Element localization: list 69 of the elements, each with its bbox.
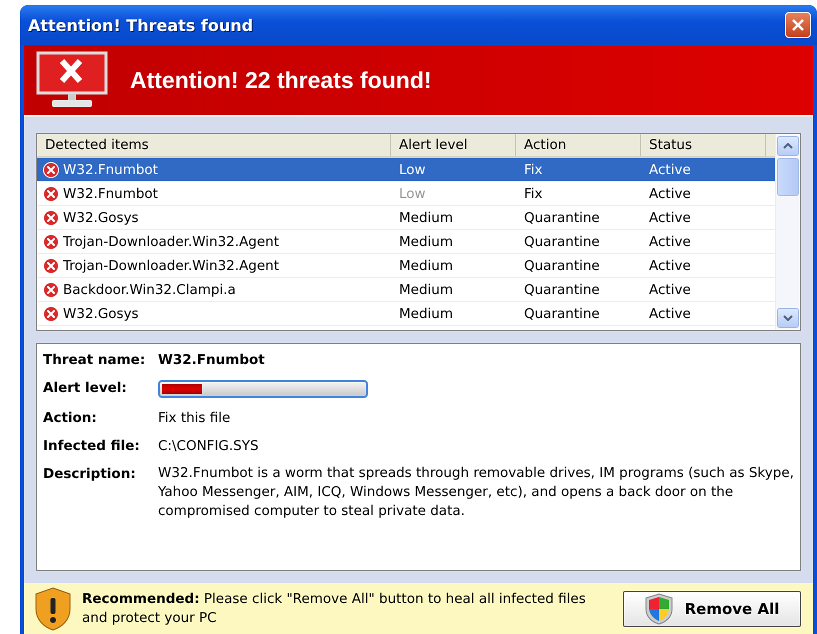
table-cell-text: Medium — [398, 210, 454, 226]
table-cell: W32.Gosys — [63, 210, 139, 226]
error-icon — [43, 210, 59, 226]
table-cell-text: Quarantine — [523, 282, 601, 298]
close-icon — [791, 18, 805, 32]
table-cell-text: Active — [648, 210, 692, 226]
field-label: Infected file: — [43, 438, 141, 454]
table-cell-text: Quarantine — [523, 234, 601, 250]
monitor-error-icon — [36, 51, 108, 109]
file-path: C:\CONFIG.SYS — [158, 438, 260, 454]
table-cell-text: Medium — [398, 234, 454, 250]
table-cell-text: Medium — [398, 282, 454, 298]
table-cell-text: Active — [648, 258, 692, 274]
threat-row[interactable]: W32.Gosys Medium Quarantine Active — [37, 206, 775, 230]
table-cell: W32.Gosys — [63, 306, 139, 322]
scroll-down-button[interactable] — [777, 308, 799, 328]
table-cell-text: Low — [398, 186, 427, 202]
table-cell-text: Low — [398, 162, 427, 178]
remove-all-button[interactable]: Remove All — [623, 590, 801, 626]
threat-row[interactable]: W32.Fnumbot Low Fix Active — [37, 182, 775, 206]
threat-row[interactable]: W32.Fnumbot Low Fix Active — [37, 158, 775, 182]
error-icon — [43, 282, 59, 298]
table-cell-text: Medium — [398, 306, 454, 322]
table-cell: W32.Fnumbot — [63, 186, 158, 202]
table-cell-text: Active — [648, 186, 692, 202]
scroll-up-button[interactable] — [777, 136, 799, 156]
banner-text: Attention! 22 threats found! — [130, 66, 432, 94]
threat-row[interactable]: Trojan-Downloader.Win32.Agent Medium Quarantine Active — [37, 230, 775, 254]
scroll-thumb[interactable] — [777, 158, 799, 196]
chevron-up-icon — [783, 143, 793, 149]
table-cell: W32.Fnumbot — [63, 162, 158, 178]
column-header[interactable]: Action — [516, 134, 641, 156]
window-title: Attention! Threats found — [28, 16, 254, 34]
table-cell: Trojan-Downloader.Win32.Agent — [63, 234, 280, 250]
error-icon — [43, 234, 59, 250]
table-cell-text: Active — [648, 306, 692, 322]
table-cell-text: Medium — [398, 258, 454, 274]
table-cell-text: Active — [648, 162, 692, 178]
field-label: Action: — [43, 410, 98, 426]
table-cell: Trojan-Downloader.Win32.Agent — [63, 258, 280, 274]
threat-row[interactable]: Trojan-Downloader.Win32.Agent Medium Quarantine Active — [37, 254, 775, 278]
recommendation-text: Recommended: Please click "Remove All" button to heal all infected files and protect your PC — [82, 590, 587, 628]
column-header[interactable]: Alert level — [391, 134, 516, 156]
warning-shield-icon — [34, 586, 72, 630]
table-cell-text: Active — [648, 234, 692, 250]
close-button[interactable] — [785, 12, 811, 38]
error-icon — [43, 306, 59, 322]
table-cell-text: Quarantine — [523, 258, 601, 274]
action-text: Fix this file — [158, 410, 232, 426]
field-label: Description: — [43, 466, 137, 484]
table-cell-text: Active — [648, 282, 692, 298]
table-cell-text: Fix — [523, 186, 544, 202]
threat-name: W32.Fnumbot — [158, 352, 266, 368]
column-header[interactable]: Status — [641, 134, 766, 156]
error-icon — [43, 258, 59, 274]
column-header[interactable]: Detected items — [37, 134, 391, 156]
table-cell-text: Quarantine — [523, 306, 601, 322]
error-icon — [43, 162, 59, 178]
description-text: W32.Fnumbot is a worm that spreads through removable drives, IM programs (such as Skype, Yahoo Messenger, AIM, ICQ, Windows Messenger, etc), and opens a back door on the compromised computer to steal private data. — [158, 464, 794, 521]
chevron-down-icon — [783, 315, 793, 321]
shield-icon — [644, 592, 673, 624]
table-cell: Backdoor.Win32.Clampi.a — [63, 282, 236, 298]
field-label: Threat name: — [43, 352, 146, 368]
table-cell-text: Fix — [523, 162, 544, 178]
threat-row[interactable]: Backdoor.Win32.Clampi.a Medium Quarantine Active — [37, 278, 775, 302]
field-label: Alert level: — [43, 380, 128, 398]
error-icon — [43, 186, 59, 202]
table-cell-text: Quarantine — [523, 210, 601, 226]
threat-row[interactable]: W32.Gosys Medium Quarantine Active — [37, 302, 775, 326]
